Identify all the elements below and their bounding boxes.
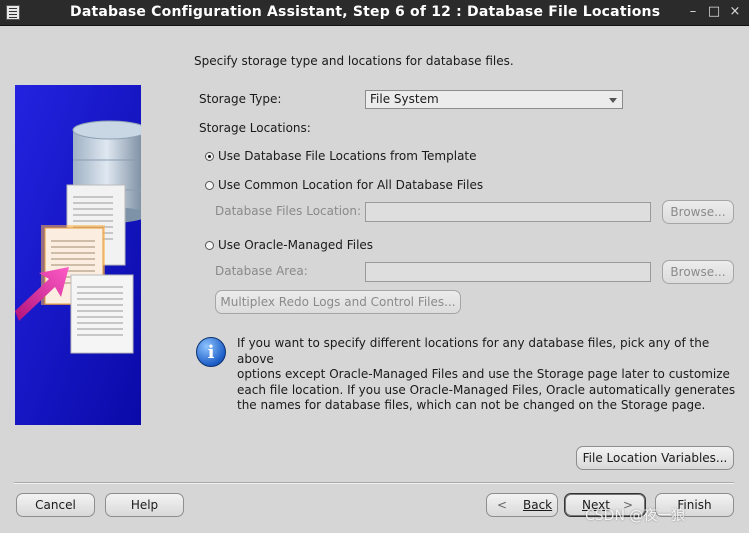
- database-files-location-field[interactable]: [365, 202, 651, 222]
- multiplex-redo-logs-button[interactable]: Multiplex Redo Logs and Control Files...: [215, 290, 461, 314]
- radio-label: Use Common Location for All Database Fil…: [218, 178, 484, 192]
- file-location-variables-button[interactable]: File Location Variables...: [576, 446, 734, 470]
- radio-selected-indicator: [205, 151, 214, 161]
- radio-use-common-location[interactable]: Use Common Location for All Database Fil…: [205, 178, 483, 192]
- watermark-text: CSDN @夜一狼: [585, 508, 686, 524]
- title-bar: Database Configuration Assistant, Step 6…: [0, 0, 749, 26]
- browse-database-area-button[interactable]: Browse...: [662, 260, 734, 284]
- radio-label: Use Oracle-Managed Files: [218, 238, 374, 252]
- chevron-left-icon: <: [497, 498, 508, 512]
- help-button[interactable]: Help: [105, 493, 184, 517]
- browse-files-location-button[interactable]: Browse...: [662, 200, 734, 224]
- info-message: If you want to specify different locatio…: [237, 336, 736, 412]
- app-menu-icon[interactable]: [6, 5, 20, 20]
- cancel-button[interactable]: Cancel: [16, 493, 95, 517]
- minimize-button[interactable]: –: [685, 4, 701, 20]
- radio-label: Use Database File Locations from Templat…: [218, 149, 477, 163]
- chevron-down-icon: [609, 98, 617, 103]
- radio-use-template-locations[interactable]: Use Database File Locations from Templat…: [205, 149, 477, 163]
- back-label: Back: [523, 498, 553, 512]
- close-button[interactable]: ×: [727, 4, 743, 20]
- database-area-field[interactable]: [365, 262, 651, 282]
- window-title: Database Configuration Assistant, Step 6…: [70, 4, 661, 20]
- info-icon: i: [196, 337, 226, 367]
- radio-indicator: [205, 180, 214, 190]
- radio-use-oracle-managed-files[interactable]: Use Oracle-Managed Files: [205, 238, 373, 252]
- database-files-illustration: [15, 85, 141, 425]
- storage-type-value: File System: [370, 92, 439, 106]
- footer-divider: [14, 482, 734, 484]
- storage-type-select[interactable]: File System: [365, 90, 623, 109]
- radio-indicator: [205, 240, 214, 250]
- storage-type-label: Storage Type:: [199, 92, 282, 106]
- storage-locations-label: Storage Locations:: [199, 121, 311, 135]
- database-files-location-label: Database Files Location:: [215, 204, 362, 218]
- maximize-button[interactable]: □: [706, 4, 722, 20]
- database-area-label: Database Area:: [215, 264, 308, 278]
- wizard-side-image: [15, 85, 141, 425]
- intro-text: Specify storage type and locations for d…: [194, 54, 514, 68]
- back-button[interactable]: < Back: [486, 493, 558, 517]
